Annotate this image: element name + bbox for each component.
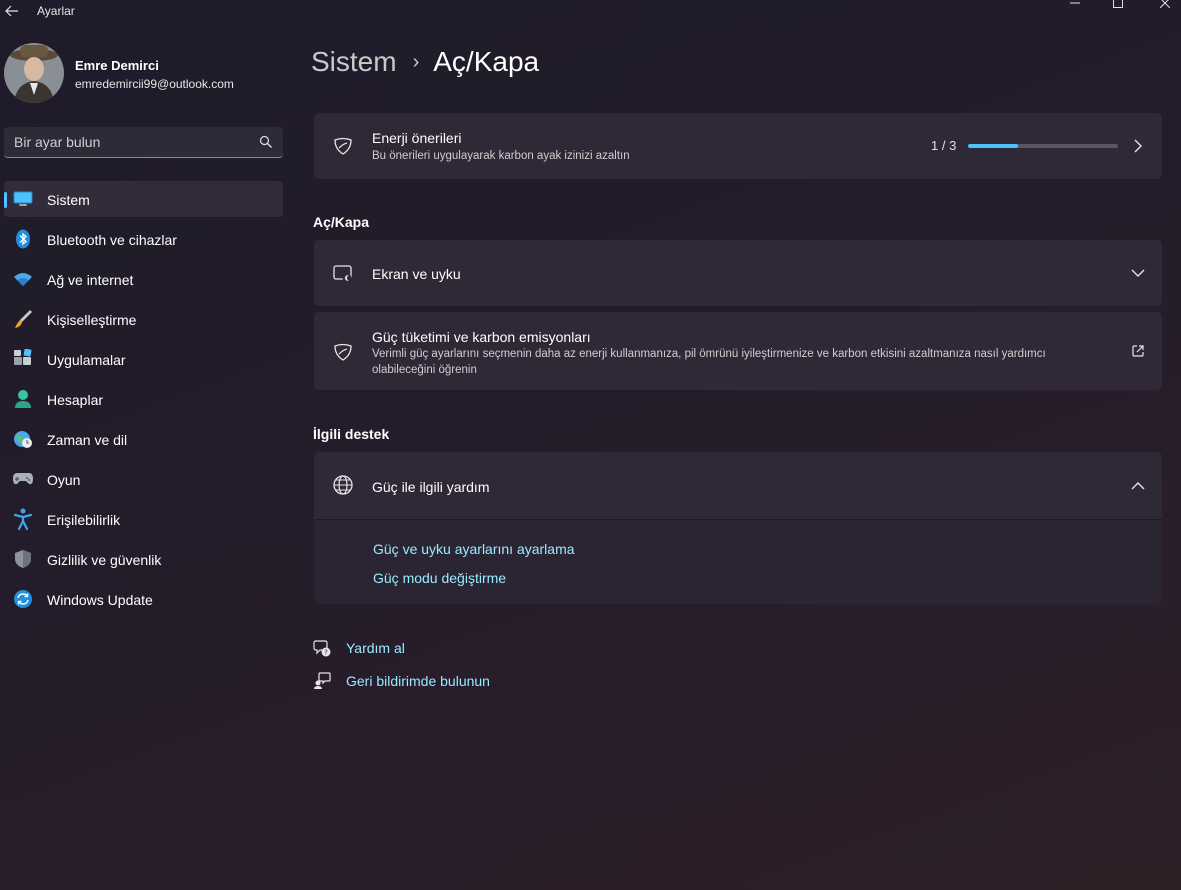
chevron-up-icon[interactable] — [1130, 478, 1146, 494]
get-help-link[interactable]: ? Yardım al — [313, 638, 453, 660]
energy-title: Enerji önerileri — [372, 130, 462, 146]
power-carbon-description: Verimli güç ayarlarını seçmenin daha az … — [372, 348, 1046, 376]
progress-fill — [968, 144, 1018, 148]
sidebar-item-label: Bluetooth ve cihazlar — [47, 232, 177, 248]
sidebar-item-system[interactable]: Sistem — [4, 181, 283, 217]
leaf-heart-icon — [332, 341, 354, 363]
apps-icon — [12, 349, 34, 369]
power-carbon-card[interactable]: Güç tüketimi ve karbon emisyonları Verim… — [314, 312, 1162, 390]
power-carbon-title: Güç tüketimi ve karbon emisyonları — [372, 329, 591, 345]
energy-description: Bu önerileri uygulayarak karbon ayak izi… — [372, 150, 630, 162]
search-input[interactable] — [14, 134, 244, 150]
avatar[interactable] — [4, 43, 64, 103]
close-button[interactable] — [1150, 0, 1180, 10]
sidebar-item-apps[interactable]: Uygulamalar — [4, 341, 283, 377]
user-name: Emre Demirci — [75, 58, 159, 73]
sidebar-item-label: Uygulamalar — [47, 352, 126, 368]
sidebar-item-accessibility[interactable]: Erişilebilirlik — [4, 501, 283, 537]
brush-icon — [12, 309, 34, 329]
shield-icon — [12, 549, 34, 569]
sidebar-item-label: Hesaplar — [47, 392, 104, 408]
feedback-label: Geri bildirimde bulunun — [346, 673, 490, 689]
sidebar-item-gaming[interactable]: Oyun — [4, 461, 283, 497]
title-bar: Ayarlar — [0, 0, 1181, 24]
help-link-power-sleep[interactable]: Güç ve uyku ayarlarını ayarlama — [373, 541, 575, 557]
user-profile[interactable]: Emre Demirci emredemircii99@outlook.com — [4, 43, 284, 103]
sidebar-item-accounts[interactable]: Hesaplar — [4, 381, 283, 417]
globe-clock-icon — [12, 429, 34, 449]
external-link-icon[interactable] — [1130, 343, 1146, 359]
chevron-right-icon — [1130, 138, 1146, 154]
chevron-down-icon[interactable] — [1130, 265, 1146, 281]
maximize-button[interactable] — [1103, 0, 1133, 10]
energy-recommendations-card[interactable]: Enerji önerileri Bu önerileri uygulayara… — [314, 113, 1162, 179]
globe-icon — [332, 474, 354, 496]
breadcrumb-separator: › — [412, 50, 420, 73]
settings-search[interactable] — [4, 127, 283, 158]
breadcrumb: Sistem › Aç/Kapa — [311, 44, 539, 80]
bluetooth-icon — [12, 229, 34, 249]
maximize-icon — [1113, 0, 1123, 8]
sidebar-item-label: Kişiselleştirme — [47, 312, 137, 328]
close-icon — [1160, 0, 1170, 8]
user-email: emredemircii99@outlook.com — [75, 77, 234, 91]
section-title-power: Aç/Kapa — [313, 214, 370, 230]
progress-count: 1 / 3 — [931, 138, 957, 153]
sidebar-item-time-language[interactable]: Zaman ve dil — [4, 421, 283, 457]
power-help-card[interactable]: Güç ile ilgili yardım — [314, 452, 1162, 519]
help-chat-icon: ? — [313, 639, 331, 657]
search-icon[interactable] — [259, 135, 273, 149]
minimize-icon — [1070, 2, 1080, 4]
svg-text:?: ? — [324, 649, 328, 657]
back-button[interactable] — [2, 1, 22, 21]
sidebar-item-label: Oyun — [47, 472, 81, 488]
breadcrumb-parent[interactable]: Sistem — [311, 46, 397, 78]
accessibility-icon — [12, 508, 34, 530]
sidebar-item-windows-update[interactable]: Windows Update — [4, 581, 283, 617]
sidebar-item-label: Windows Update — [47, 592, 153, 608]
window-title: Ayarlar — [37, 4, 75, 18]
sidebar-item-bluetooth[interactable]: Bluetooth ve cihazlar — [4, 221, 283, 257]
sidebar-item-label: Zaman ve dil — [47, 432, 128, 448]
sidebar-item-label: Ağ ve internet — [47, 272, 134, 288]
system-icon — [12, 189, 34, 209]
sidebar-item-label: Gizlilik ve güvenlik — [47, 552, 162, 568]
help-link-power-mode[interactable]: Güç modu değiştirme — [373, 570, 506, 586]
sidebar-item-label: Erişilebilirlik — [47, 512, 121, 528]
update-icon — [12, 589, 34, 609]
progress-bar — [968, 144, 1118, 148]
screen-sleep-icon — [332, 262, 354, 284]
screen-sleep-card[interactable]: Ekran ve uyku — [314, 240, 1162, 306]
sidebar-item-privacy[interactable]: Gizlilik ve güvenlik — [4, 541, 283, 577]
person-icon — [12, 389, 34, 409]
power-help-links: Güç ve uyku ayarlarını ayarlama Güç modu… — [314, 520, 1162, 604]
power-help-title: Güç ile ilgili yardım — [372, 479, 490, 495]
get-help-label: Yardım al — [346, 640, 405, 656]
arrow-left-icon — [5, 5, 18, 17]
feedback-link[interactable]: Geri bildirimde bulunun — [313, 671, 513, 693]
sidebar-nav: Sistem Bluetooth ve cihazlar Ağ ve inter… — [4, 181, 283, 621]
gamepad-icon — [12, 469, 34, 489]
screen-sleep-title: Ekran ve uyku — [372, 266, 461, 282]
sidebar-item-label: Sistem — [47, 192, 90, 208]
sidebar-item-network[interactable]: Ağ ve internet — [4, 261, 283, 297]
sidebar-item-personalization[interactable]: Kişiselleştirme — [4, 301, 283, 337]
feedback-icon — [313, 672, 331, 690]
avatar-image — [4, 43, 64, 103]
wifi-icon — [12, 269, 34, 289]
section-title-support: İlgili destek — [313, 426, 390, 442]
minimize-button[interactable] — [1060, 0, 1090, 10]
page-title: Aç/Kapa — [433, 46, 540, 77]
leaf-heart-icon — [332, 135, 354, 157]
